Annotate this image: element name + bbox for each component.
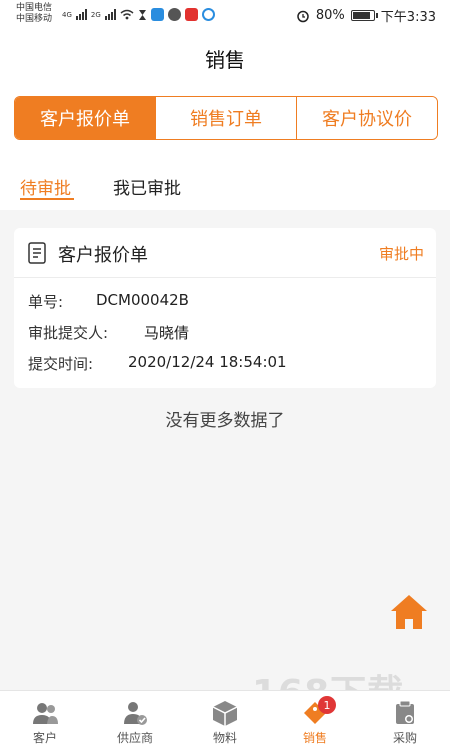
- field-label: 审批提交人:: [28, 324, 109, 342]
- network-type-2: 2G: [90, 10, 101, 19]
- tab-label: 销售: [302, 731, 327, 745]
- segment-container: 客户报价单 销售订单 客户协议价: [0, 90, 450, 152]
- bottom-tab-bar: 客户 供应商 物料 1 销售 采购: [0, 690, 450, 750]
- home-icon[interactable]: [388, 592, 430, 632]
- tab-sales[interactable]: 1 销售: [270, 691, 360, 750]
- app-notification-icon: [150, 8, 164, 21]
- tab-supplier[interactable]: 供应商: [90, 691, 180, 750]
- segment-customer-agreement-price[interactable]: 客户协议价: [297, 97, 437, 139]
- supplier-icon: [124, 702, 147, 725]
- clock: 下午3:33: [380, 10, 436, 25]
- material-box-icon: [212, 701, 238, 726]
- approval-tabs: 待审批 我已审批: [0, 152, 450, 210]
- tab-label: 供应商: [116, 731, 153, 745]
- battery-percent: 80%: [315, 8, 345, 23]
- battery-icon: [350, 10, 378, 21]
- tab-my-approved[interactable]: 我已审批: [113, 174, 181, 199]
- field-label: 提交时间:: [28, 355, 94, 373]
- field-value: 2020/12/24 18:54:01: [128, 353, 287, 371]
- carrier-info: 中国电信 中国移动: [16, 3, 52, 25]
- status-icons-left: 4G 2G: [62, 8, 215, 21]
- wifi-icon: [120, 9, 134, 20]
- chat-notification-icon: [167, 8, 181, 21]
- document-icon: [28, 242, 46, 264]
- signal-icon: [75, 9, 87, 20]
- tab-purchase[interactable]: 采购: [360, 691, 450, 750]
- customer-icon: [33, 703, 58, 724]
- field-value: DCM00042B: [96, 291, 189, 309]
- notification-badge: 1: [318, 696, 336, 714]
- field-label: 单号:: [28, 293, 64, 311]
- alarm-icon: [297, 10, 309, 22]
- browser-notification-icon: [201, 8, 215, 21]
- segment-customer-quote[interactable]: 客户报价单: [15, 97, 156, 139]
- news-notification-icon: [184, 8, 198, 21]
- tab-label: 客户: [32, 731, 57, 745]
- carrier-2: 中国移动: [16, 14, 53, 24]
- signal-icon-2: [104, 9, 116, 20]
- tab-pending-approval[interactable]: 待审批: [20, 174, 71, 199]
- nav-bar: 销售: [0, 30, 450, 90]
- hourglass-icon: [138, 9, 146, 20]
- card-header: 客户报价单 审批中: [14, 228, 436, 278]
- segment-sales-order[interactable]: 销售订单: [156, 97, 297, 139]
- status-badge: 审批中: [378, 245, 424, 263]
- no-more-data-text: 没有更多数据了: [165, 411, 285, 431]
- field-value: 马晓倩: [144, 324, 190, 342]
- segmented-control: 客户报价单 销售订单 客户协议价: [14, 96, 438, 140]
- purchase-icon: [396, 700, 414, 724]
- carrier-1: 中国电信: [16, 3, 53, 13]
- status-bar: 中国电信 中国移动 4G 2G 80% 下午3:33: [0, 0, 450, 30]
- tab-material[interactable]: 物料: [180, 691, 270, 750]
- status-icons-right: 80% 下午3:33: [296, 6, 436, 25]
- network-type-1: 4G: [62, 10, 72, 19]
- active-tab-indicator: [20, 198, 74, 200]
- tab-customer[interactable]: 客户: [0, 691, 90, 750]
- tab-label: 物料: [212, 731, 237, 745]
- page-title: 销售: [205, 48, 245, 72]
- tab-label: 采购: [392, 731, 417, 745]
- quote-card[interactable]: 客户报价单 审批中 单号: DCM00042B 审批提交人: 马晓倩 提交时间:…: [14, 228, 436, 388]
- card-title: 客户报价单: [58, 245, 148, 266]
